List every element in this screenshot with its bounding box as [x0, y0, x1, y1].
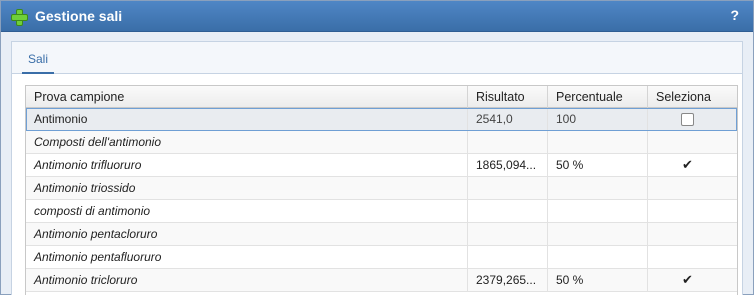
- cell-prova-campione: composti di antimonio: [26, 200, 468, 222]
- table-row[interactable]: Antimonio tricloruro 2379,265... 50 % ✔: [26, 269, 737, 292]
- cell-percentuale: 50 %: [548, 154, 648, 176]
- cell-prova-campione: Antimonio triossido: [26, 177, 468, 199]
- cell-prova-campione: Antimonio trifluoruro: [26, 154, 468, 176]
- title-bar: Gestione sali ?: [1, 1, 753, 32]
- tab-strip: Sali: [12, 42, 742, 74]
- checkmark-icon: ✔: [682, 272, 693, 287]
- table-row[interactable]: composti di antimonio: [26, 200, 737, 223]
- cell-risultato: 1865,094...: [468, 154, 548, 176]
- cell-risultato: [468, 223, 548, 245]
- column-header-prova-campione[interactable]: Prova campione: [26, 86, 468, 108]
- cell-prova-campione: Antimonio: [26, 108, 468, 130]
- cell-seleziona[interactable]: [648, 246, 727, 268]
- gestione-sali-window: Gestione sali ? Sali Prova campione Risu…: [0, 0, 754, 295]
- cell-risultato: [468, 177, 548, 199]
- cell-risultato: [468, 246, 548, 268]
- cell-percentuale: [548, 131, 648, 153]
- cell-prova-campione: Antimonio tricloruro: [26, 269, 468, 291]
- cell-prova-campione: Antimonio pentacloruro: [26, 223, 468, 245]
- cell-percentuale: [548, 246, 648, 268]
- help-button[interactable]: ?: [730, 7, 739, 23]
- cell-seleziona[interactable]: ✔: [648, 269, 727, 291]
- cell-prova-campione: Composti dell'antimonio: [26, 131, 468, 153]
- checkmark-icon: ✔: [682, 157, 693, 172]
- grid-body: Antimonio 2541,0 100 Composti dell'antimoni…: [26, 108, 737, 292]
- cell-percentuale: 100: [548, 108, 648, 130]
- cell-risultato: [468, 200, 548, 222]
- cell-risultato: 2541,0: [468, 108, 548, 130]
- table-row[interactable]: Antimonio 2541,0 100: [26, 108, 737, 131]
- column-header-percentuale[interactable]: Percentuale: [548, 86, 648, 108]
- cell-percentuale: [548, 177, 648, 199]
- table-row[interactable]: Antimonio pentafluoruro: [26, 246, 737, 269]
- cell-risultato: [468, 131, 548, 153]
- table-row[interactable]: Antimonio trifluoruro 1865,094... 50 % ✔: [26, 154, 737, 177]
- table-row[interactable]: Composti dell'antimonio: [26, 131, 737, 154]
- column-header-risultato[interactable]: Risultato: [468, 86, 548, 108]
- cell-seleziona[interactable]: ✔: [648, 154, 727, 176]
- select-checkbox[interactable]: [681, 113, 694, 127]
- column-header-seleziona[interactable]: Seleziona: [648, 86, 727, 108]
- tab-sali[interactable]: Sali: [22, 49, 55, 74]
- window-title: Gestione sali: [35, 8, 123, 24]
- add-icon: [10, 8, 28, 26]
- cell-percentuale: [548, 223, 648, 245]
- cell-percentuale: [548, 200, 648, 222]
- table-row[interactable]: Antimonio pentacloruro: [26, 223, 737, 246]
- table-row[interactable]: Antimonio triossido: [26, 177, 737, 200]
- cell-seleziona[interactable]: [648, 200, 727, 222]
- cell-prova-campione: Antimonio pentafluoruro: [26, 246, 468, 268]
- cell-seleziona[interactable]: [648, 177, 727, 199]
- sali-grid: Prova campione Risultato Percentuale Sel…: [25, 85, 738, 295]
- cell-risultato: 2379,265...: [468, 269, 548, 291]
- cell-seleziona[interactable]: [648, 108, 727, 130]
- cell-seleziona[interactable]: [648, 223, 727, 245]
- cell-percentuale: 50 %: [548, 269, 648, 291]
- cell-seleziona[interactable]: [648, 131, 727, 153]
- grid-header: Prova campione Risultato Percentuale Sel…: [26, 86, 737, 108]
- content-panel: Sali Prova campione Risultato Percentual…: [11, 41, 743, 295]
